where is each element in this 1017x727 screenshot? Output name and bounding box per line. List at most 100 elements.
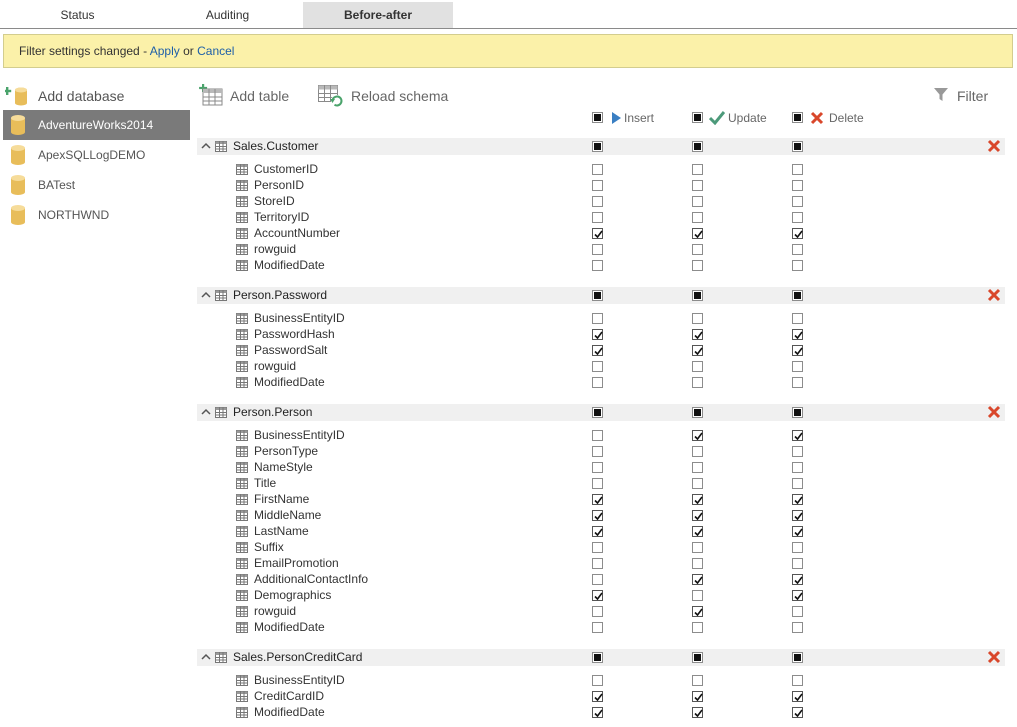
table-insert-checkbox[interactable] bbox=[592, 141, 603, 152]
column-insert-checkbox[interactable] bbox=[592, 478, 603, 489]
column-delete-checkbox[interactable] bbox=[792, 361, 803, 372]
cancel-link[interactable]: Cancel bbox=[197, 44, 234, 58]
column-insert-checkbox[interactable] bbox=[592, 361, 603, 372]
column-update-checkbox[interactable] bbox=[692, 196, 703, 207]
column-delete-checkbox[interactable] bbox=[792, 345, 803, 356]
column-insert-checkbox[interactable] bbox=[592, 345, 603, 356]
column-insert-checkbox[interactable] bbox=[592, 558, 603, 569]
column-insert-checkbox[interactable] bbox=[592, 590, 603, 601]
column-update-checkbox[interactable] bbox=[692, 377, 703, 388]
column-update-checkbox[interactable] bbox=[692, 606, 703, 617]
column-update-checkbox[interactable] bbox=[692, 622, 703, 633]
column-update-checkbox[interactable] bbox=[692, 462, 703, 473]
column-insert-checkbox[interactable] bbox=[592, 430, 603, 441]
column-insert-checkbox[interactable] bbox=[592, 542, 603, 553]
filter-button[interactable]: Filter bbox=[934, 84, 994, 108]
column-update-checkbox[interactable] bbox=[692, 707, 703, 718]
column-update-checkbox[interactable] bbox=[692, 446, 703, 457]
apply-link[interactable]: Apply bbox=[150, 44, 180, 58]
table-insert-checkbox[interactable] bbox=[592, 652, 603, 663]
database-item-northwnd[interactable]: NORTHWND bbox=[3, 200, 190, 230]
update-all-checkbox[interactable] bbox=[692, 112, 703, 123]
table-delete-checkbox[interactable] bbox=[792, 652, 803, 663]
collapse-caret-icon[interactable] bbox=[201, 290, 211, 300]
remove-table-icon[interactable] bbox=[987, 288, 1001, 302]
table-insert-checkbox[interactable] bbox=[592, 407, 603, 418]
table-delete-checkbox[interactable] bbox=[792, 407, 803, 418]
column-insert-checkbox[interactable] bbox=[592, 313, 603, 324]
table-delete-checkbox[interactable] bbox=[792, 141, 803, 152]
column-update-checkbox[interactable] bbox=[692, 260, 703, 271]
column-insert-checkbox[interactable] bbox=[592, 707, 603, 718]
tab-auditing[interactable]: Auditing bbox=[155, 2, 300, 28]
column-update-checkbox[interactable] bbox=[692, 494, 703, 505]
column-insert-checkbox[interactable] bbox=[592, 329, 603, 340]
column-update-checkbox[interactable] bbox=[692, 691, 703, 702]
insert-all-checkbox[interactable] bbox=[592, 112, 603, 123]
column-update-checkbox[interactable] bbox=[692, 313, 703, 324]
remove-table-icon[interactable] bbox=[987, 405, 1001, 419]
column-delete-checkbox[interactable] bbox=[792, 526, 803, 537]
remove-table-icon[interactable] bbox=[987, 650, 1001, 664]
database-item-apexsqllogdemo[interactable]: ApexSQLLogDEMO bbox=[3, 140, 190, 170]
collapse-caret-icon[interactable] bbox=[201, 407, 211, 417]
tab-before-after[interactable]: Before-after bbox=[303, 2, 453, 28]
column-delete-checkbox[interactable] bbox=[792, 196, 803, 207]
column-update-checkbox[interactable] bbox=[692, 478, 703, 489]
column-delete-checkbox[interactable] bbox=[792, 510, 803, 521]
remove-table-icon[interactable] bbox=[987, 139, 1001, 153]
tab-status[interactable]: Status bbox=[0, 2, 155, 28]
column-delete-checkbox[interactable] bbox=[792, 446, 803, 457]
column-delete-checkbox[interactable] bbox=[792, 590, 803, 601]
column-insert-checkbox[interactable] bbox=[592, 212, 603, 223]
column-delete-checkbox[interactable] bbox=[792, 675, 803, 686]
column-delete-checkbox[interactable] bbox=[792, 164, 803, 175]
column-update-checkbox[interactable] bbox=[692, 244, 703, 255]
column-delete-checkbox[interactable] bbox=[792, 212, 803, 223]
column-delete-checkbox[interactable] bbox=[792, 691, 803, 702]
column-insert-checkbox[interactable] bbox=[592, 510, 603, 521]
column-delete-checkbox[interactable] bbox=[792, 622, 803, 633]
column-insert-checkbox[interactable] bbox=[592, 494, 603, 505]
table-update-checkbox[interactable] bbox=[692, 290, 703, 301]
table-delete-checkbox[interactable] bbox=[792, 290, 803, 301]
column-update-checkbox[interactable] bbox=[692, 361, 703, 372]
column-delete-checkbox[interactable] bbox=[792, 558, 803, 569]
column-update-checkbox[interactable] bbox=[692, 345, 703, 356]
column-insert-checkbox[interactable] bbox=[592, 526, 603, 537]
column-insert-checkbox[interactable] bbox=[592, 180, 603, 191]
column-insert-checkbox[interactable] bbox=[592, 446, 603, 457]
column-insert-checkbox[interactable] bbox=[592, 377, 603, 388]
column-delete-checkbox[interactable] bbox=[792, 574, 803, 585]
column-insert-checkbox[interactable] bbox=[592, 196, 603, 207]
add-database-button[interactable]: Add database bbox=[3, 80, 190, 110]
reload-schema-button[interactable]: Reload schema bbox=[318, 84, 448, 108]
column-update-checkbox[interactable] bbox=[692, 329, 703, 340]
column-delete-checkbox[interactable] bbox=[792, 377, 803, 388]
column-update-checkbox[interactable] bbox=[692, 510, 703, 521]
column-insert-checkbox[interactable] bbox=[592, 228, 603, 239]
column-delete-checkbox[interactable] bbox=[792, 606, 803, 617]
column-insert-checkbox[interactable] bbox=[592, 675, 603, 686]
column-delete-checkbox[interactable] bbox=[792, 260, 803, 271]
column-update-checkbox[interactable] bbox=[692, 164, 703, 175]
column-delete-checkbox[interactable] bbox=[792, 228, 803, 239]
column-update-checkbox[interactable] bbox=[692, 430, 703, 441]
column-delete-checkbox[interactable] bbox=[792, 430, 803, 441]
table-update-checkbox[interactable] bbox=[692, 652, 703, 663]
column-insert-checkbox[interactable] bbox=[592, 574, 603, 585]
column-delete-checkbox[interactable] bbox=[792, 478, 803, 489]
column-delete-checkbox[interactable] bbox=[792, 462, 803, 473]
delete-all-checkbox[interactable] bbox=[792, 112, 803, 123]
column-update-checkbox[interactable] bbox=[692, 542, 703, 553]
table-update-checkbox[interactable] bbox=[692, 407, 703, 418]
column-update-checkbox[interactable] bbox=[692, 574, 703, 585]
column-insert-checkbox[interactable] bbox=[592, 691, 603, 702]
column-update-checkbox[interactable] bbox=[692, 228, 703, 239]
column-insert-checkbox[interactable] bbox=[592, 462, 603, 473]
database-item-adventureworks2014[interactable]: AdventureWorks2014 bbox=[3, 110, 190, 140]
column-update-checkbox[interactable] bbox=[692, 590, 703, 601]
column-delete-checkbox[interactable] bbox=[792, 313, 803, 324]
collapse-caret-icon[interactable] bbox=[201, 652, 211, 662]
column-delete-checkbox[interactable] bbox=[792, 329, 803, 340]
